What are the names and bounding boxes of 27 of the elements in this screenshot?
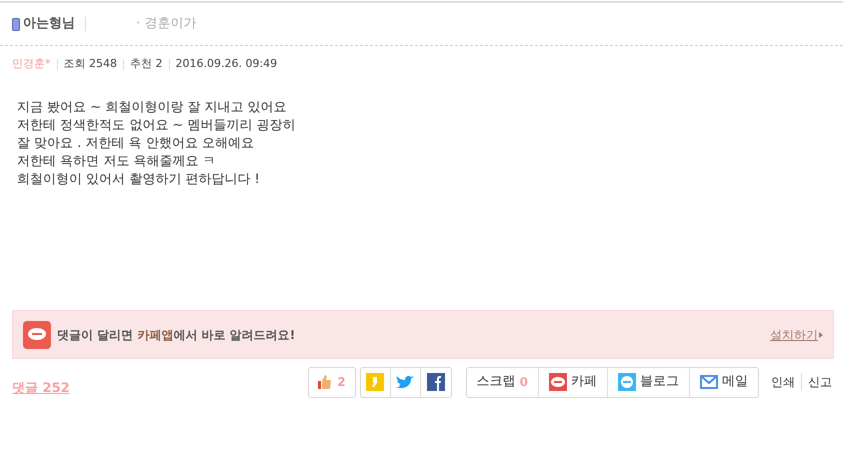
scrap-button[interactable]: 스크랩 0	[466, 368, 539, 396]
report-button[interactable]: 신고	[801, 373, 838, 391]
mail-share-button[interactable]: 메일	[690, 368, 758, 396]
blog-share-button[interactable]: 블로그	[608, 368, 690, 396]
cafe-app-icon	[549, 373, 567, 391]
category-label: · 경훈이가	[136, 15, 196, 34]
body-text-line: 저한테 정색한적도 없어요 ~ 멤버들끼리 굉장히	[17, 117, 297, 135]
facebook-icon	[426, 373, 445, 391]
mail-icon	[700, 375, 718, 389]
notice-text: 댓글이 달리면 카페앱에서 바로 알려드려요!	[57, 326, 296, 344]
recommend-count: 추천 2	[130, 56, 162, 72]
body-text-line: 지금 봤어요 ~ 희철이형이랑 잘 지내고 있어요	[17, 99, 288, 117]
arrow-icon	[819, 332, 823, 338]
bird-icon	[396, 374, 414, 390]
body-text-line: 저한테 욕하면 저도 욕해줄께요 ㅋ	[17, 153, 217, 171]
phone-icon	[12, 18, 20, 30]
cafe-app-icon	[23, 320, 51, 348]
post-title: 아는형님	[23, 15, 75, 34]
quote-mark-icon	[366, 373, 384, 391]
body-text-line: 희철이형이 있어서 촬영하기 편하답니다 !	[17, 171, 261, 189]
cafe-share-button[interactable]: 카페	[539, 368, 608, 396]
body-text-line: 잘 맞아요 . 저한테 욕 안했어요 오해예요	[17, 135, 255, 153]
view-count: 조회 2548	[64, 56, 117, 72]
thumbs-up-icon	[318, 375, 332, 389]
print-button[interactable]: 인쇄	[765, 373, 801, 391]
blog-icon	[618, 373, 636, 391]
post-date: 2016.09.26. 09:49	[176, 56, 278, 72]
